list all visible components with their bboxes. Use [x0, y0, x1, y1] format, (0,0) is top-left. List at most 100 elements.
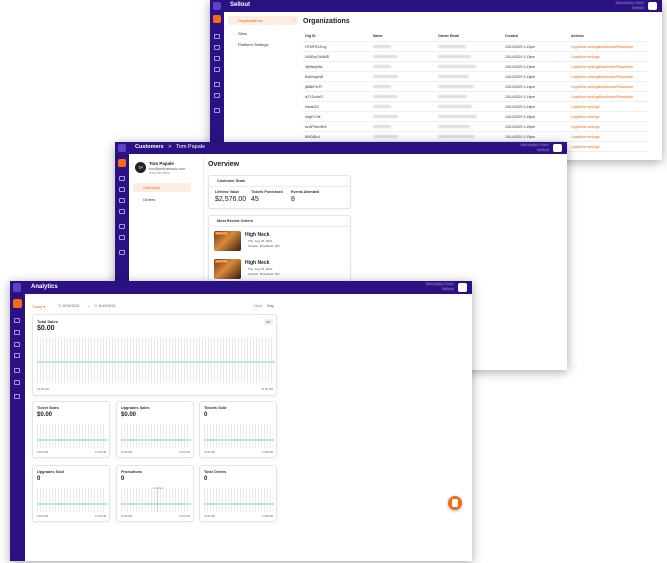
grid-line	[264, 424, 265, 448]
row-action-link[interactable]: View settings	[579, 85, 600, 89]
grid-line	[258, 488, 259, 512]
granularity-day[interactable]: Day	[267, 304, 274, 308]
column-header: Name	[373, 34, 383, 38]
grid-line	[216, 424, 217, 448]
bank-icon[interactable]	[214, 93, 220, 98]
crown-icon[interactable]	[119, 250, 125, 255]
axis-end-label: 11:00 PM	[95, 515, 106, 518]
table-row: HwdbZ2l 10/14/2020 1:14pm Login View settin…	[303, 102, 648, 112]
table-row: rhtgfYChk 10/14/2020 1:15pm Login View sett…	[303, 112, 648, 122]
grid-line	[46, 488, 47, 512]
created-date: 10/14/2020 1:15pm	[505, 125, 536, 129]
row-action-link[interactable]: Deactivate/Reactivate	[599, 95, 633, 99]
user-avatar-button[interactable]	[648, 2, 657, 10]
row-action-link[interactable]: View settings	[579, 105, 600, 109]
crown-icon[interactable]	[214, 108, 220, 113]
row-action-link[interactable]: View settings	[579, 115, 600, 119]
grid-line	[181, 424, 182, 448]
card-title: Tickets Sold	[204, 406, 227, 410]
card-title: Ticket Sales	[37, 406, 59, 410]
money-icon[interactable]	[119, 224, 125, 229]
users-icon[interactable]	[119, 209, 125, 214]
row-action-link[interactable]: Deactivate/Reactivate	[599, 45, 633, 49]
user-menu[interactable]: Mercedes Chen Sellout	[521, 142, 549, 153]
user-avatar-button[interactable]	[553, 144, 562, 152]
grid-line	[172, 488, 173, 512]
users-icon[interactable]	[14, 353, 20, 358]
nav-item-orders[interactable]: Orders	[143, 197, 155, 202]
row-action-link[interactable]: View settings	[579, 55, 600, 59]
grid-line	[67, 488, 68, 512]
chart-icon[interactable]	[214, 56, 220, 61]
calendar-icon[interactable]	[14, 330, 20, 335]
dashboard-icon[interactable]	[214, 34, 220, 39]
row-action-link[interactable]: View settings	[579, 45, 600, 49]
stat-value: 8	[291, 196, 295, 203]
nav-item-organizations[interactable]: Organizations ›	[228, 16, 298, 25]
row-action-link[interactable]: View settings	[579, 75, 600, 79]
org-id: Bz60ngzhB	[305, 75, 323, 79]
support-button[interactable]	[448, 496, 462, 510]
money-icon[interactable]	[214, 82, 220, 87]
grid-line	[154, 424, 155, 448]
org-id: B9iZ6Bo1	[305, 135, 321, 139]
row-action-link[interactable]: View settings	[579, 145, 600, 149]
grid-line	[270, 488, 271, 512]
dashboard-icon[interactable]	[14, 318, 20, 323]
grid-line	[154, 488, 155, 512]
date-to[interactable]: 6/19/2021	[99, 304, 116, 308]
grid-line	[252, 424, 253, 448]
bank-icon[interactable]	[14, 380, 20, 385]
event-name: High Neck	[245, 260, 270, 266]
chart-icon[interactable]	[14, 342, 20, 347]
order-item[interactable]: Upcoming High Neck Thu, Aug 26, 2021 Cha…	[214, 259, 344, 281]
grid-line	[73, 424, 74, 448]
range-dropdown[interactable]: Today ▾	[32, 304, 45, 309]
granularity-hour[interactable]: Hour	[254, 304, 262, 308]
grid-line	[52, 488, 53, 512]
grid-line	[178, 424, 179, 448]
grid-line	[213, 424, 214, 448]
row-action-link[interactable]: View settings	[579, 135, 600, 139]
grid-line	[85, 424, 86, 448]
user-menu[interactable]: Mercedes Chen Sellout	[426, 281, 454, 292]
breadcrumb-customers[interactable]: Customers	[135, 144, 164, 150]
bank-icon[interactable]	[119, 235, 125, 240]
nav-item-sites[interactable]: Sites	[238, 31, 247, 36]
user-menu[interactable]: Mercedes Chen Sellout	[616, 0, 644, 11]
user-avatar-button[interactable]	[458, 283, 467, 292]
money-icon[interactable]	[14, 368, 20, 373]
chart-icon[interactable]	[119, 198, 125, 203]
metric-card: Ticket Sales $0.00 12:00 AM 11:00 PM	[32, 401, 110, 458]
row-action-link[interactable]: View settings	[579, 95, 600, 99]
order-item[interactable]: Upcoming High Neck Thu, Aug 26, 2021 Cha…	[214, 231, 344, 253]
dashboard-icon[interactable]	[119, 176, 125, 181]
grid-line	[64, 488, 65, 512]
card-title: Customer Stats	[217, 179, 246, 183]
date-from[interactable]: 6/19/2021	[63, 304, 80, 308]
crown-icon[interactable]	[14, 394, 20, 399]
grid-line	[258, 424, 259, 448]
org-id: 04UBvyTdNMD	[305, 55, 330, 59]
row-action-link[interactable]: Deactivate/Reactivate	[599, 75, 633, 79]
calendar-icon[interactable]	[119, 187, 125, 192]
home-icon[interactable]	[13, 299, 22, 308]
row-action-link[interactable]: View settings	[579, 65, 600, 69]
grid-line	[216, 488, 217, 512]
row-action-link[interactable]: View settings	[579, 125, 600, 129]
row-action-link[interactable]: Deactivate/Reactivate	[599, 85, 633, 89]
nav-item-platform-settings[interactable]: Platform Settings	[238, 42, 268, 47]
table-row: j6k8bF4rPl 10/14/2020 1:14pm Login View set…	[303, 82, 648, 92]
calendar-icon[interactable]	[214, 45, 220, 50]
org-name	[373, 55, 398, 59]
users-icon[interactable]	[214, 67, 220, 72]
grid-line	[160, 424, 161, 448]
grid-line	[49, 488, 50, 512]
grid-line	[240, 488, 241, 512]
nav-item-overview[interactable]: Overview	[133, 183, 191, 192]
home-icon[interactable]	[118, 159, 126, 167]
row-action-link[interactable]: Deactivate/Reactivate	[599, 65, 633, 69]
home-icon[interactable]	[213, 15, 221, 23]
grid-line	[225, 424, 226, 448]
grid-line	[148, 488, 149, 512]
